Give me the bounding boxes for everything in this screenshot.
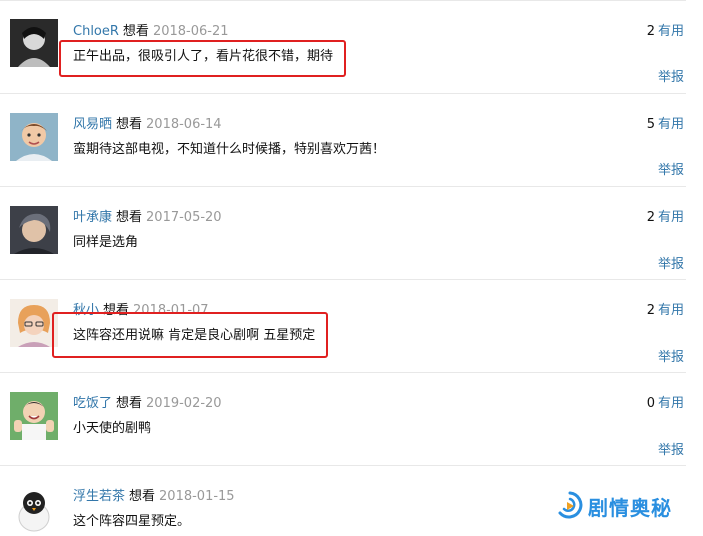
highlight-box xyxy=(59,40,346,77)
vote-number: 2 xyxy=(646,24,655,39)
comment-item: 叶承康 想看 2017-05-20 2 有用 同样是选角 举报 xyxy=(0,187,686,280)
comment-text: 这个阵容四星预定。 xyxy=(73,514,191,529)
comment-text: 同样是选角 xyxy=(73,235,139,250)
avatar[interactable] xyxy=(10,113,58,161)
comment-date: 2018-06-21 xyxy=(152,24,229,39)
watch-status: 想看 xyxy=(116,396,143,411)
username-link[interactable]: 吃饭了 xyxy=(73,396,112,411)
username-link[interactable]: 风易晒 xyxy=(73,117,112,132)
avatar[interactable] xyxy=(10,485,58,533)
watch-status: 想看 xyxy=(116,117,143,132)
report-link[interactable]: 举报 xyxy=(658,162,684,180)
vote-number: 2 xyxy=(646,303,655,318)
report-link[interactable]: 举报 xyxy=(658,442,684,460)
comment-text: 小天使的剧鸭 xyxy=(73,421,152,436)
vote-number: 0 xyxy=(646,396,655,411)
vote-count: 0 有用 xyxy=(647,395,684,413)
comment-meta: 吃饭了 想看 2019-02-20 xyxy=(73,395,222,413)
report-link[interactable]: 举报 xyxy=(658,69,684,87)
comment-meta: 浮生若茶 想看 2018-01-15 xyxy=(73,488,235,506)
watermark-text: 剧情奥秘 xyxy=(588,495,672,520)
report-link[interactable]: 举报 xyxy=(658,349,684,367)
useful-button[interactable]: 有用 xyxy=(658,24,684,39)
highlight-box xyxy=(52,312,328,358)
watch-status: 想看 xyxy=(122,24,149,39)
watermark-logo: 剧情奥秘 xyxy=(556,487,686,525)
useful-button[interactable]: 有用 xyxy=(658,303,684,318)
vote-count: 2 有用 xyxy=(647,209,684,227)
comment-meta: 叶承康 想看 2017-05-20 xyxy=(73,209,222,227)
useful-button[interactable]: 有用 xyxy=(658,210,684,225)
username-link[interactable]: ChloeR xyxy=(73,24,119,39)
comment-date: 2017-05-20 xyxy=(146,210,222,225)
comment-date: 2018-01-15 xyxy=(159,489,235,504)
comment-meta: 风易晒 想看 2018-06-14 xyxy=(73,116,222,134)
comment-date: 2019-02-20 xyxy=(146,396,222,411)
useful-button[interactable]: 有用 xyxy=(658,396,684,411)
avatar[interactable] xyxy=(10,19,58,67)
vote-count: 2 有用 xyxy=(647,302,684,320)
avatar[interactable] xyxy=(10,206,58,254)
vote-number: 2 xyxy=(646,210,655,225)
vote-count: 5 有用 xyxy=(647,116,684,134)
username-link[interactable]: 浮生若茶 xyxy=(73,489,125,504)
username-link[interactable]: 叶承康 xyxy=(73,210,112,225)
vote-count: 2 有用 xyxy=(647,23,684,41)
watch-status: 想看 xyxy=(116,210,143,225)
play-spiral-icon xyxy=(558,491,583,519)
watch-status: 想看 xyxy=(129,489,156,504)
avatar[interactable] xyxy=(10,392,58,440)
vote-number: 5 xyxy=(646,117,655,132)
report-link[interactable]: 举报 xyxy=(658,256,684,274)
comment-date: 2018-06-14 xyxy=(146,117,222,132)
useful-button[interactable]: 有用 xyxy=(658,117,684,132)
comment-item: 风易晒 想看 2018-06-14 5 有用 蛮期待这部电视，不知道什么时候播，特别喜… xyxy=(0,94,686,187)
avatar[interactable] xyxy=(10,299,58,347)
comment-text: 蛮期待这部电视，不知道什么时候播，特别喜欢万茜！ xyxy=(73,142,386,157)
comment-item: 吃饭了 想看 2019-02-20 0 有用 小天使的剧鸭 举报 xyxy=(0,373,686,466)
comment-meta: ChloeR 想看 2018-06-21 xyxy=(73,23,229,41)
